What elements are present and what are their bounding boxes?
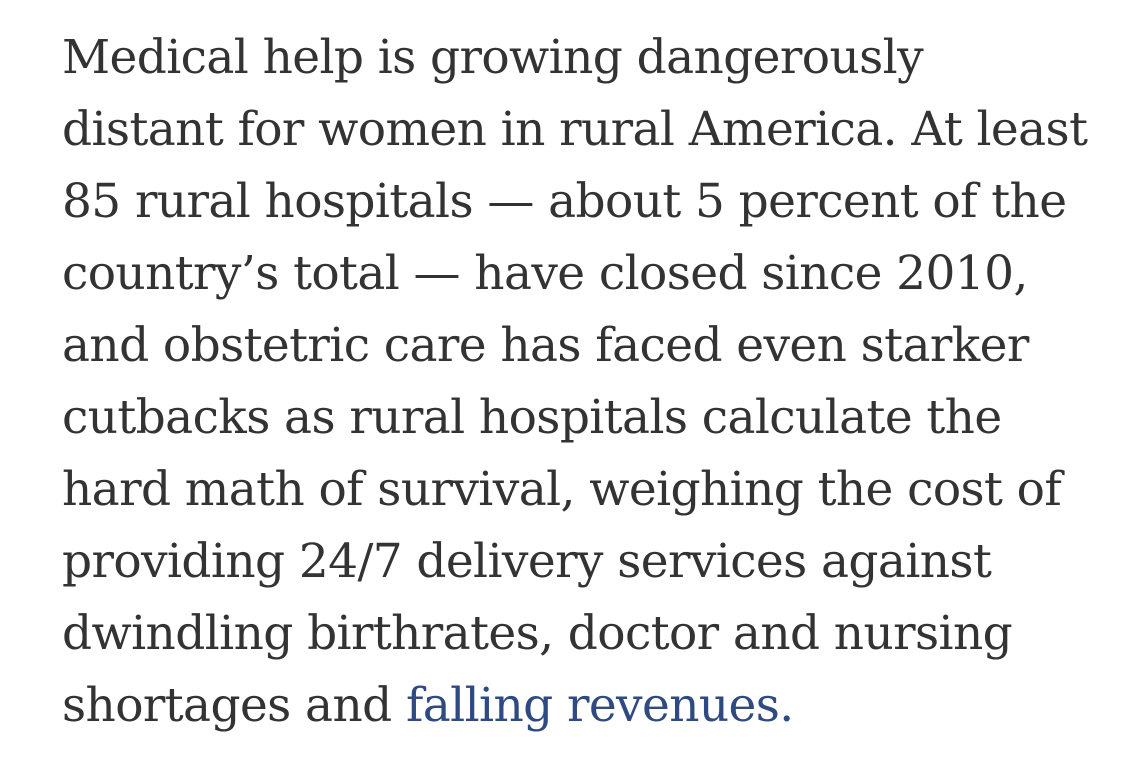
- paragraph-line: and obstetric care has faced even starke…: [62, 318, 1029, 373]
- paragraph-line: distant for women in rural America. At l…: [62, 102, 1088, 157]
- last-line-prefix: shortages and: [62, 678, 406, 733]
- paragraph-line: hard math of survival, weighing the cost…: [62, 462, 1062, 517]
- paragraph-last-line: shortages and falling revenues.: [62, 670, 1102, 742]
- paragraph-line: 85 rural hospitals — about 5 percent of …: [62, 174, 1067, 229]
- highlighted-text[interactable]: falling revenues.: [406, 670, 794, 742]
- article-paragraph: Medical help is growing dangerously dist…: [62, 22, 1102, 742]
- paragraph-line: Medical help is growing dangerously: [62, 30, 924, 85]
- paragraph-line: cutbacks as rural hospitals calculate th…: [62, 390, 1002, 445]
- paragraph-line: providing 24/7 delivery services against: [62, 534, 992, 589]
- paragraph-line: country’s total — have closed since 2010…: [62, 246, 1028, 301]
- paragraph-line: dwindling birthrates, doctor and nursing: [62, 606, 1013, 661]
